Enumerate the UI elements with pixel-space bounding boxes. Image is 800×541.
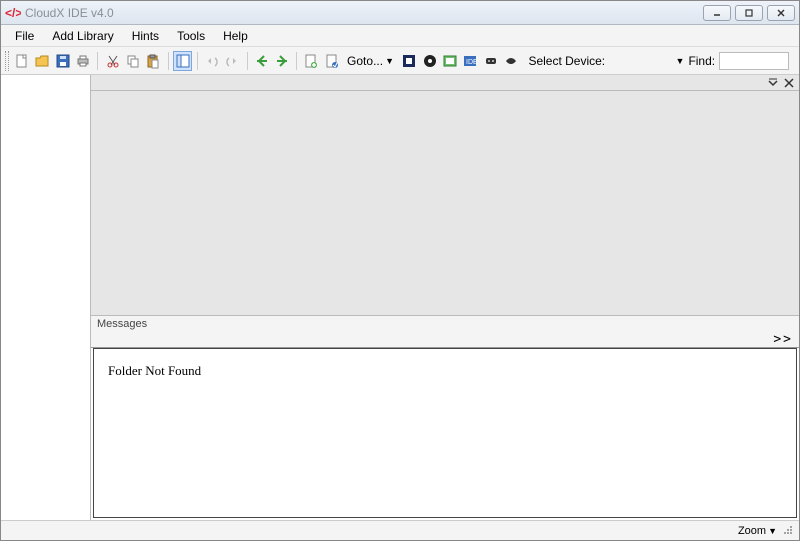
toolbar-grip[interactable] — [5, 51, 9, 71]
menu-help[interactable]: Help — [215, 27, 256, 45]
titlebar: </> CloudX IDE v4.0 — [1, 1, 799, 25]
messages-expand-button[interactable]: >> — [91, 332, 799, 348]
minimize-button[interactable] — [703, 5, 731, 21]
tab-menu-icon[interactable] — [767, 77, 779, 89]
zoom-control[interactable]: Zoom ▼ — [738, 525, 777, 537]
device-combo-box[interactable] — [609, 52, 671, 70]
close-button[interactable] — [767, 5, 795, 21]
chip-icon-3[interactable] — [441, 51, 459, 71]
statusbar: Zoom ▼ — [1, 520, 799, 540]
messages-text: Folder Not Found — [108, 363, 201, 378]
add-file-button[interactable] — [302, 51, 320, 71]
zoom-label: Zoom — [738, 525, 766, 537]
toolbar: Goto... ▼ IDE Select Device: ▼ Find: — [1, 47, 799, 75]
paste-button[interactable] — [144, 51, 162, 71]
menu-add-library[interactable]: Add Library — [44, 27, 121, 45]
toolbar-separator — [296, 52, 297, 70]
goto-button[interactable]: Goto... ▼ — [343, 52, 398, 70]
chip-icon-4[interactable]: IDE — [461, 51, 479, 71]
dropdown-icon[interactable]: ▼ — [676, 56, 685, 66]
nav-back-button[interactable] — [253, 51, 271, 71]
messages-panel[interactable]: Folder Not Found — [93, 348, 797, 518]
copy-button[interactable] — [124, 51, 142, 71]
dropdown-icon: ▼ — [768, 526, 777, 536]
window-title: CloudX IDE v4.0 — [25, 6, 703, 20]
chip-icon-5[interactable] — [482, 51, 500, 71]
toolbar-separator — [168, 52, 169, 70]
find-input[interactable] — [719, 52, 789, 70]
select-device-label: Select Device: — [528, 54, 605, 68]
new-file-button[interactable] — [13, 51, 31, 71]
dropdown-icon: ▼ — [385, 56, 394, 66]
project-tree-panel[interactable] — [1, 75, 91, 520]
redo-button[interactable] — [223, 51, 241, 71]
svg-text:</>: </> — [5, 6, 21, 20]
menubar: File Add Library Hints Tools Help — [1, 25, 799, 47]
tab-close-icon[interactable] — [783, 77, 795, 89]
toolbar-separator — [197, 52, 198, 70]
device-selector: Select Device: ▼ — [526, 50, 686, 72]
main-area: Messages >> Folder Not Found — [1, 75, 799, 520]
find-label: Find: — [688, 54, 715, 68]
svg-text:IDE: IDE — [466, 59, 478, 66]
cut-button[interactable] — [103, 51, 121, 71]
nav-forward-button[interactable] — [273, 51, 291, 71]
undo-button[interactable] — [203, 51, 221, 71]
editor-area[interactable] — [91, 91, 799, 316]
messages-panel-label: Messages — [91, 316, 799, 332]
menu-tools[interactable]: Tools — [169, 27, 213, 45]
maximize-button[interactable] — [735, 5, 763, 21]
chip-icon-6[interactable] — [502, 51, 520, 71]
toolbar-separator — [247, 52, 248, 70]
open-file-button[interactable] — [33, 51, 51, 71]
goto-label: Goto... — [347, 54, 383, 68]
toggle-panel-button[interactable] — [173, 51, 191, 71]
find-area: Find: — [688, 52, 795, 70]
window-controls — [703, 5, 795, 21]
toolbar-separator — [97, 52, 98, 70]
menu-file[interactable]: File — [7, 27, 42, 45]
print-button[interactable] — [74, 51, 92, 71]
compile-button[interactable] — [323, 51, 341, 71]
chip-icon-2[interactable] — [420, 51, 438, 71]
right-panel: Messages >> Folder Not Found — [91, 75, 799, 520]
resize-grip-icon[interactable] — [781, 523, 793, 538]
app-icon: </> — [5, 5, 21, 21]
chip-icon-1[interactable] — [400, 51, 418, 71]
save-button[interactable] — [54, 51, 72, 71]
editor-tabbar — [91, 75, 799, 91]
menu-hints[interactable]: Hints — [124, 27, 167, 45]
